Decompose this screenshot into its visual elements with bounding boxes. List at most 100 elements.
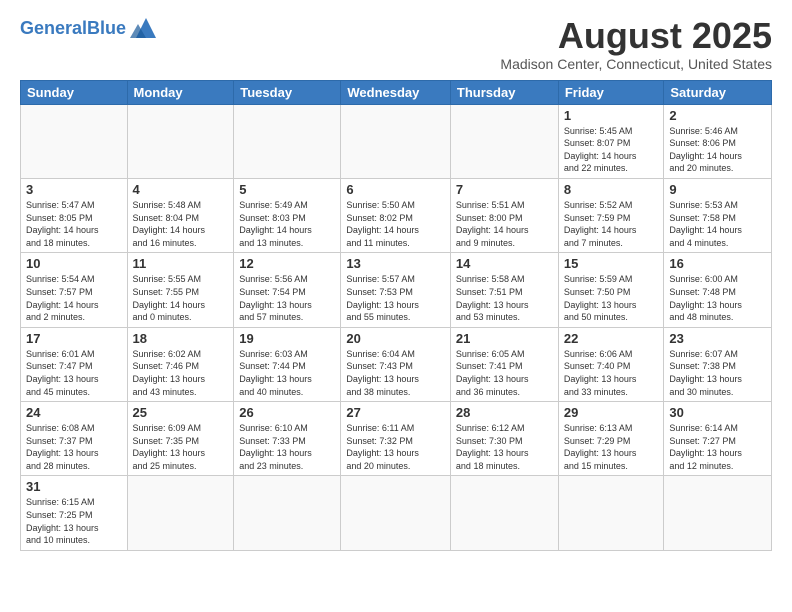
calendar-cell: [450, 476, 558, 550]
day-number: 27: [346, 405, 445, 420]
day-number: 22: [564, 331, 659, 346]
day-number: 4: [133, 182, 229, 197]
day-info: Sunrise: 5:50 AM Sunset: 8:02 PM Dayligh…: [346, 199, 445, 249]
day-number: 20: [346, 331, 445, 346]
day-number: 10: [26, 256, 122, 271]
day-info: Sunrise: 5:53 AM Sunset: 7:58 PM Dayligh…: [669, 199, 766, 249]
day-info: Sunrise: 6:11 AM Sunset: 7:32 PM Dayligh…: [346, 422, 445, 472]
day-info: Sunrise: 6:00 AM Sunset: 7:48 PM Dayligh…: [669, 273, 766, 323]
day-info: Sunrise: 6:03 AM Sunset: 7:44 PM Dayligh…: [239, 348, 335, 398]
day-info: Sunrise: 6:05 AM Sunset: 7:41 PM Dayligh…: [456, 348, 553, 398]
day-number: 8: [564, 182, 659, 197]
day-info: Sunrise: 6:10 AM Sunset: 7:33 PM Dayligh…: [239, 422, 335, 472]
calendar-cell: 10 Sunrise: 5:54 AM Sunset: 7:57 PM Dayli…: [21, 253, 128, 327]
day-info: Sunrise: 6:07 AM Sunset: 7:38 PM Dayligh…: [669, 348, 766, 398]
day-info: Sunrise: 5:59 AM Sunset: 7:50 PM Dayligh…: [564, 273, 659, 323]
logo-icon: [128, 16, 158, 40]
calendar-cell: 8 Sunrise: 5:52 AM Sunset: 7:59 PM Daylig…: [558, 178, 664, 252]
day-number: 26: [239, 405, 335, 420]
day-number: 3: [26, 182, 122, 197]
calendar-cell: 30Sunrise: 6:14 AM Sunset: 7:27 PM Dayli…: [664, 402, 772, 476]
day-number: 7: [456, 182, 553, 197]
day-info: Sunrise: 5:56 AM Sunset: 7:54 PM Dayligh…: [239, 273, 335, 323]
calendar-cell: 16 Sunrise: 6:00 AM Sunset: 7:48 PM Dayli…: [664, 253, 772, 327]
calendar-cell: 11 Sunrise: 5:55 AM Sunset: 7:55 PM Dayli…: [127, 253, 234, 327]
day-number: 28: [456, 405, 553, 420]
calendar-cell: [127, 104, 234, 178]
day-number: 16: [669, 256, 766, 271]
calendar-cell: 26 Sunrise: 6:10 AM Sunset: 7:33 PM Dayli…: [234, 402, 341, 476]
calendar-cell: 2 Sunrise: 5:46 AM Sunset: 8:06 PM Daylig…: [664, 104, 772, 178]
day-info: Sunrise: 6:04 AM Sunset: 7:43 PM Dayligh…: [346, 348, 445, 398]
calendar-cell: [234, 476, 341, 550]
calendar-cell: [664, 476, 772, 550]
day-info: Sunrise: 5:46 AM Sunset: 8:06 PM Dayligh…: [669, 125, 766, 175]
day-number: 25: [133, 405, 229, 420]
col-thursday: Thursday: [450, 80, 558, 104]
day-info: Sunrise: 6:01 AM Sunset: 7:47 PM Dayligh…: [26, 348, 122, 398]
day-info: Sunrise: 6:13 AM Sunset: 7:29 PM Dayligh…: [564, 422, 659, 472]
calendar-cell: [450, 104, 558, 178]
calendar-cell: 18Sunrise: 6:02 AM Sunset: 7:46 PM Dayli…: [127, 327, 234, 401]
month-year: August 2025: [500, 16, 772, 56]
day-info: Sunrise: 5:52 AM Sunset: 7:59 PM Dayligh…: [564, 199, 659, 249]
col-tuesday: Tuesday: [234, 80, 341, 104]
day-number: 2: [669, 108, 766, 123]
calendar-cell: 24Sunrise: 6:08 AM Sunset: 7:37 PM Dayli…: [21, 402, 128, 476]
day-number: 11: [133, 256, 229, 271]
calendar-cell: 31 Sunrise: 6:15 AM Sunset: 7:25 PM Dayli…: [21, 476, 128, 550]
calendar-week-2: 3 Sunrise: 5:47 AM Sunset: 8:05 PM Daylig…: [21, 178, 772, 252]
calendar-cell: 5 Sunrise: 5:49 AM Sunset: 8:03 PM Daylig…: [234, 178, 341, 252]
day-info: Sunrise: 5:51 AM Sunset: 8:00 PM Dayligh…: [456, 199, 553, 249]
day-number: 31: [26, 479, 122, 494]
day-number: 9: [669, 182, 766, 197]
calendar-cell: 6Sunrise: 5:50 AM Sunset: 8:02 PM Daylig…: [341, 178, 451, 252]
col-friday: Friday: [558, 80, 664, 104]
calendar-table: Sunday Monday Tuesday Wednesday Thursday…: [20, 80, 772, 551]
day-number: 30: [669, 405, 766, 420]
calendar-cell: 22 Sunrise: 6:06 AM Sunset: 7:40 PM Dayli…: [558, 327, 664, 401]
day-number: 5: [239, 182, 335, 197]
day-info: Sunrise: 6:09 AM Sunset: 7:35 PM Dayligh…: [133, 422, 229, 472]
calendar-cell: 20 Sunrise: 6:04 AM Sunset: 7:43 PM Dayli…: [341, 327, 451, 401]
day-info: Sunrise: 5:57 AM Sunset: 7:53 PM Dayligh…: [346, 273, 445, 323]
calendar-cell: [234, 104, 341, 178]
calendar-cell: 13 Sunrise: 5:57 AM Sunset: 7:53 PM Dayli…: [341, 253, 451, 327]
col-sunday: Sunday: [21, 80, 128, 104]
title-block: August 2025 Madison Center, Connecticut,…: [500, 16, 772, 72]
day-info: Sunrise: 6:15 AM Sunset: 7:25 PM Dayligh…: [26, 496, 122, 546]
day-info: Sunrise: 5:47 AM Sunset: 8:05 PM Dayligh…: [26, 199, 122, 249]
calendar-cell: 1 Sunrise: 5:45 AM Sunset: 8:07 PM Daylig…: [558, 104, 664, 178]
calendar-cell: 17Sunrise: 6:01 AM Sunset: 7:47 PM Dayli…: [21, 327, 128, 401]
page: GeneralBlue August 2025 Madison Center, …: [0, 0, 792, 561]
day-number: 1: [564, 108, 659, 123]
day-number: 13: [346, 256, 445, 271]
day-info: Sunrise: 6:02 AM Sunset: 7:46 PM Dayligh…: [133, 348, 229, 398]
logo-blue: Blue: [87, 18, 126, 38]
calendar-cell: 29Sunrise: 6:13 AM Sunset: 7:29 PM Dayli…: [558, 402, 664, 476]
calendar-cell: 23Sunrise: 6:07 AM Sunset: 7:38 PM Dayli…: [664, 327, 772, 401]
day-info: Sunrise: 6:06 AM Sunset: 7:40 PM Dayligh…: [564, 348, 659, 398]
day-info: Sunrise: 6:08 AM Sunset: 7:37 PM Dayligh…: [26, 422, 122, 472]
day-info: Sunrise: 5:49 AM Sunset: 8:03 PM Dayligh…: [239, 199, 335, 249]
calendar-cell: 19Sunrise: 6:03 AM Sunset: 7:44 PM Dayli…: [234, 327, 341, 401]
day-info: Sunrise: 5:45 AM Sunset: 8:07 PM Dayligh…: [564, 125, 659, 175]
col-saturday: Saturday: [664, 80, 772, 104]
calendar-cell: 12 Sunrise: 5:56 AM Sunset: 7:54 PM Dayli…: [234, 253, 341, 327]
calendar-cell: [127, 476, 234, 550]
day-info: Sunrise: 5:54 AM Sunset: 7:57 PM Dayligh…: [26, 273, 122, 323]
logo-general: General: [20, 18, 87, 38]
calendar-cell: [341, 476, 451, 550]
col-wednesday: Wednesday: [341, 80, 451, 104]
calendar-cell: 21Sunrise: 6:05 AM Sunset: 7:41 PM Dayli…: [450, 327, 558, 401]
location: Madison Center, Connecticut, United Stat…: [500, 56, 772, 72]
calendar-week-3: 10 Sunrise: 5:54 AM Sunset: 7:57 PM Dayli…: [21, 253, 772, 327]
header: GeneralBlue August 2025 Madison Center, …: [20, 16, 772, 72]
day-number: 12: [239, 256, 335, 271]
calendar-week-6: 31 Sunrise: 6:15 AM Sunset: 7:25 PM Dayli…: [21, 476, 772, 550]
calendar-cell: 28Sunrise: 6:12 AM Sunset: 7:30 PM Dayli…: [450, 402, 558, 476]
calendar-header-row: Sunday Monday Tuesday Wednesday Thursday…: [21, 80, 772, 104]
calendar-week-1: 1 Sunrise: 5:45 AM Sunset: 8:07 PM Daylig…: [21, 104, 772, 178]
day-info: Sunrise: 5:55 AM Sunset: 7:55 PM Dayligh…: [133, 273, 229, 323]
logo: GeneralBlue: [20, 16, 158, 40]
